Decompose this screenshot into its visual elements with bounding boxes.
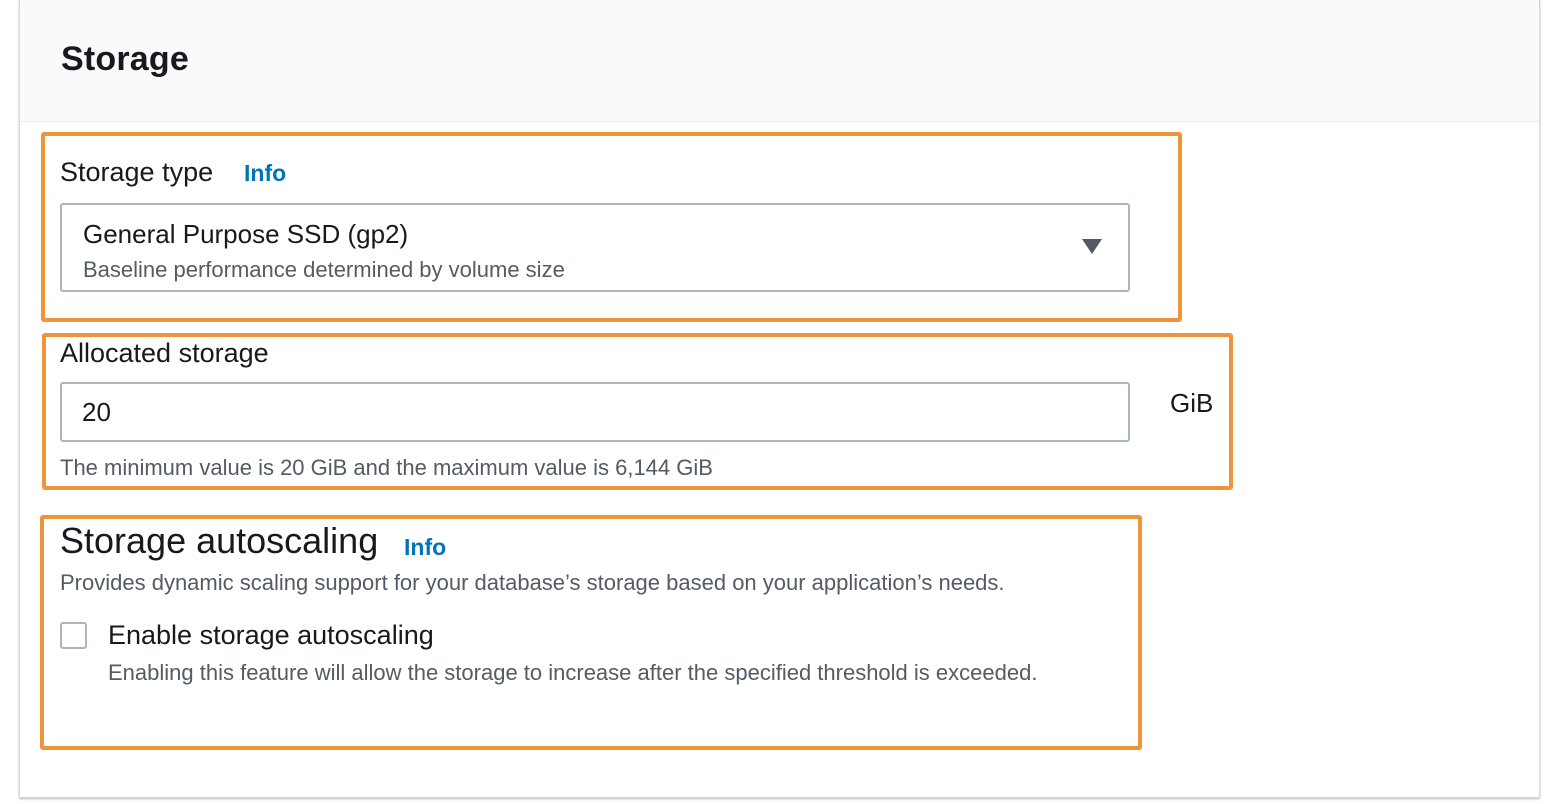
allocated-storage-input[interactable] (60, 382, 1130, 442)
enable-autoscaling-checkbox[interactable] (60, 622, 87, 649)
storage-autoscaling-info-link[interactable]: Info (404, 534, 446, 561)
allocated-storage-constraint: The minimum value is 20 GiB and the maxi… (60, 455, 713, 480)
storage-type-select[interactable]: General Purpose SSD (gp2) Baseline perfo… (60, 203, 1130, 292)
storage-autoscaling-description: Provides dynamic scaling support for you… (60, 570, 1005, 595)
allocated-storage-unit: GiB (1170, 388, 1214, 418)
caret-down-icon (1082, 239, 1102, 254)
panel-header: Storage (20, 0, 1539, 122)
storage-type-label: Storage type (60, 157, 214, 187)
enable-autoscaling-label[interactable]: Enable storage autoscaling (108, 620, 434, 651)
storage-type-selected-description: Baseline performance determined by volum… (83, 257, 565, 282)
allocated-storage-label: Allocated storage (60, 338, 269, 368)
storage-autoscaling-title: Storage autoscaling (60, 520, 379, 561)
panel-title: Storage (61, 40, 189, 78)
enable-autoscaling-description: Enabling this feature will allow the sto… (108, 660, 1038, 685)
storage-type-info-link[interactable]: Info (244, 160, 286, 187)
storage-type-selected-value: General Purpose SSD (gp2) (83, 219, 409, 249)
